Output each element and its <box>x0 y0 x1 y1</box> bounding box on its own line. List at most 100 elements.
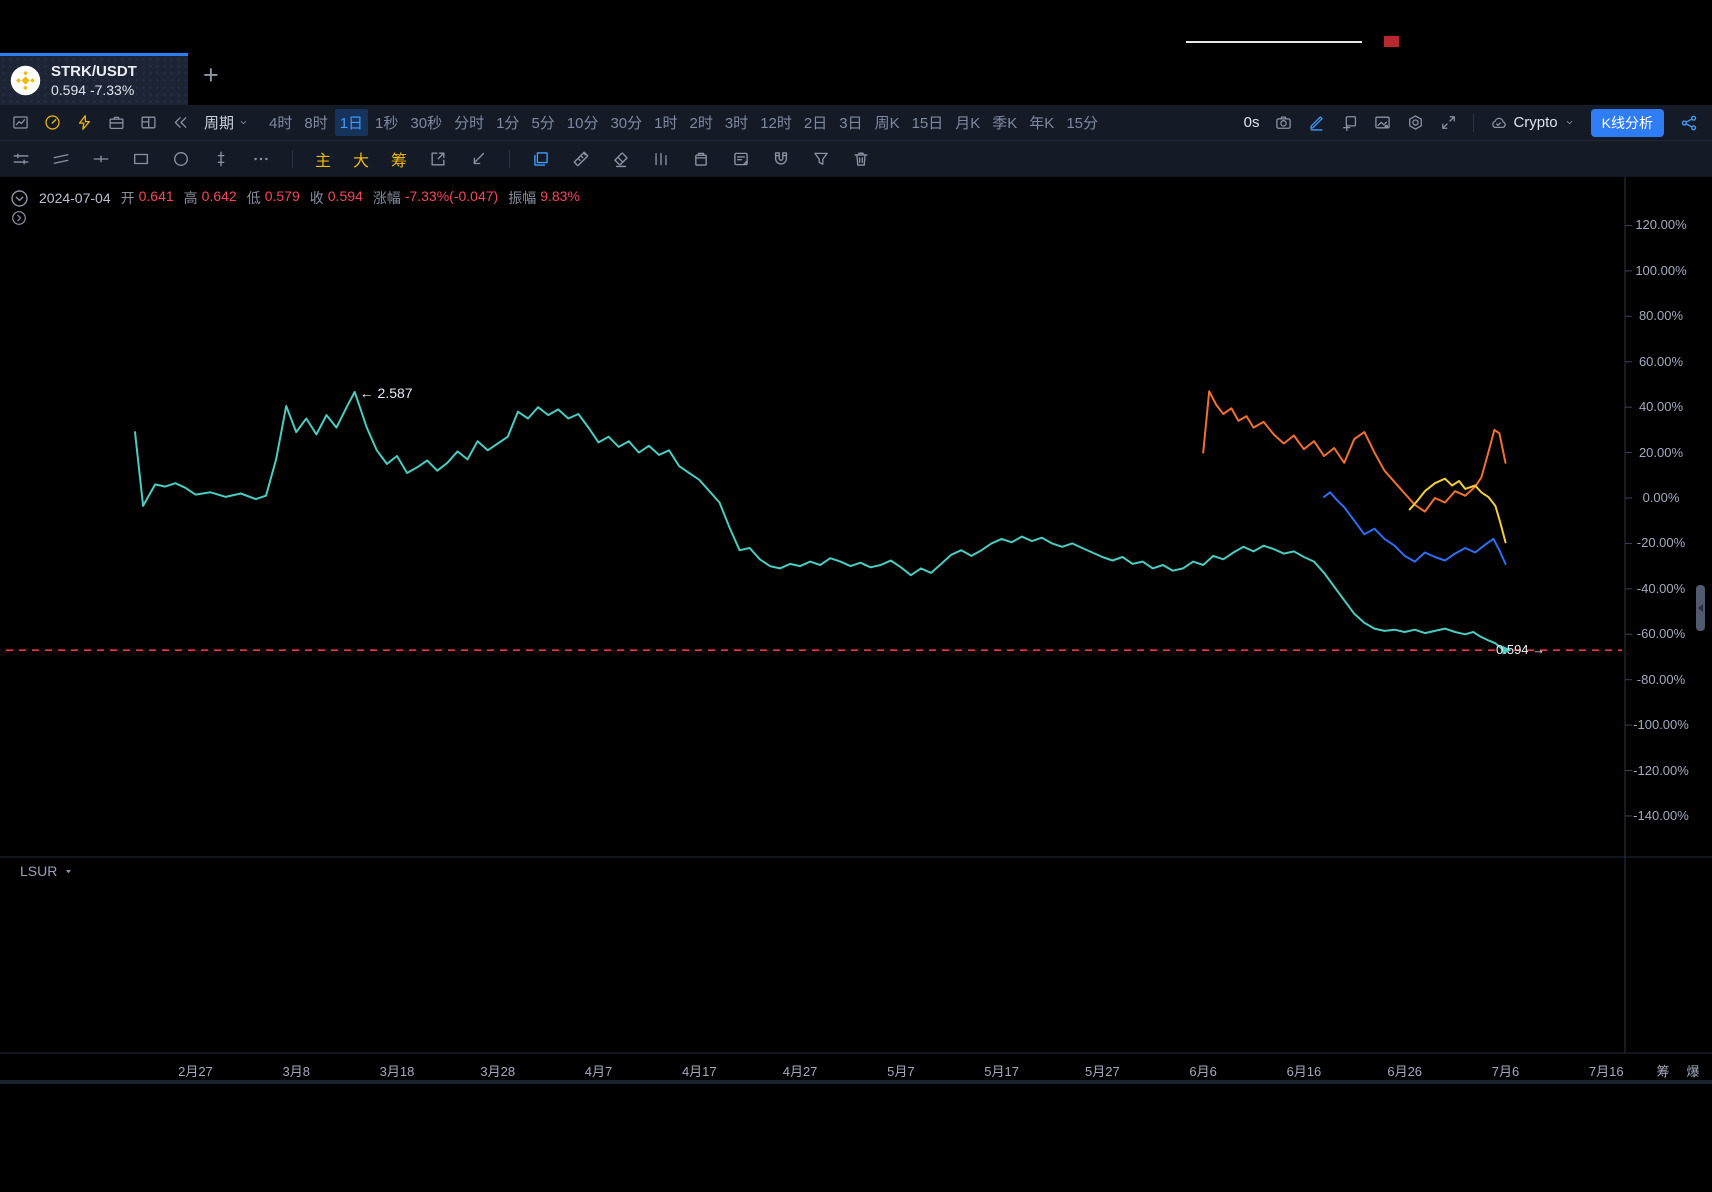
main-indicator-label[interactable]: 主 <box>315 147 331 171</box>
timeframe-button[interactable]: 10分 <box>562 109 604 136</box>
burst-corner-button[interactable]: 爆 <box>1686 1061 1699 1080</box>
order-box-icon[interactable] <box>692 150 710 168</box>
multi-line-tool-icon[interactable] <box>12 150 30 168</box>
series-main-line <box>135 392 1504 650</box>
filter-icon[interactable] <box>812 150 830 168</box>
timeframe-button[interactable]: 周K <box>870 109 905 136</box>
chip-corner-button[interactable]: 筹 <box>1656 1061 1669 1080</box>
top-artifact-line <box>1186 41 1362 43</box>
x-axis-label: 4月27 <box>783 1061 818 1080</box>
timeframe-button[interactable]: 8时 <box>299 109 332 136</box>
cloud-check-icon <box>1490 114 1507 131</box>
symbol-tab[interactable]: STRK/USDT 0.594 -7.33% <box>0 53 188 105</box>
timeframe-button[interactable]: 1秒 <box>370 109 403 136</box>
drawing-toolbar: 主大筹 <box>0 141 1712 177</box>
trading-app-screen: STRK/USDT 0.594 -7.33% + 周期 4时8时1日1秒30秒分… <box>0 0 1712 1192</box>
timeframe-button[interactable]: 12时 <box>755 109 797 136</box>
timeframe-button[interactable]: 年K <box>1024 109 1059 136</box>
cloud-sync-dropdown[interactable]: Crypto <box>1490 114 1574 131</box>
ohlc-open: 开0.641 <box>121 188 174 208</box>
rectangle-tool-icon[interactable] <box>132 150 150 168</box>
timeframe-button[interactable]: 1时 <box>649 109 682 136</box>
toolbar-right: 0s Crypto K线分析 <box>1244 109 1712 137</box>
timeframe-button[interactable]: 15分 <box>1061 109 1103 136</box>
x-axis-label: 2月27 <box>178 1061 213 1080</box>
period-dropdown[interactable]: 周期 <box>204 112 249 133</box>
volume-profile-icon[interactable] <box>652 150 670 168</box>
y-axis-label: -40.00% <box>1628 581 1694 596</box>
x-axis-label: 4月7 <box>585 1061 612 1080</box>
gauge-icon[interactable] <box>44 114 61 131</box>
timeframe-list: 4时8时1日1秒30秒分时1分5分10分30分1时2时3时12时2日3日周K15… <box>263 109 1104 136</box>
expand-indicator-button[interactable] <box>11 210 27 226</box>
tab-price-label: 0.594 -7.33% <box>51 82 137 98</box>
briefcase-icon[interactable] <box>108 114 125 131</box>
ellipse-tool-icon[interactable] <box>172 150 190 168</box>
timeframe-button[interactable]: 30秒 <box>405 109 447 136</box>
ohlc-change: 涨幅-7.33%(-0.047) <box>373 188 498 208</box>
y-axis-label: -80.00% <box>1628 672 1694 687</box>
collapse-ohlc-button[interactable] <box>10 189 29 208</box>
timeframe-button[interactable]: 30分 <box>605 109 647 136</box>
x-axis-label: 4月17 <box>682 1061 717 1080</box>
rewind-icon[interactable] <box>172 114 189 131</box>
x-axis-label: 5月7 <box>887 1061 914 1080</box>
timeframe-button[interactable]: 4时 <box>264 109 297 136</box>
y-axis-label: -60.00% <box>1628 626 1694 641</box>
kline-analysis-button[interactable]: K线分析 <box>1591 109 1664 137</box>
more-tools-icon[interactable] <box>252 150 270 168</box>
layout-icon[interactable] <box>140 114 157 131</box>
timeframe-button[interactable]: 1日 <box>335 109 368 136</box>
toolbar-divider <box>292 150 293 168</box>
settings-gear-icon[interactable] <box>1407 114 1424 131</box>
eraser-icon[interactable] <box>612 150 630 168</box>
timeframe-button[interactable]: 3时 <box>720 109 753 136</box>
timeframe-button[interactable]: 5分 <box>526 109 559 136</box>
timeframe-button[interactable]: 3日 <box>834 109 867 136</box>
draw-pencil-icon[interactable] <box>1308 114 1325 131</box>
horizontal-line-tool-icon[interactable] <box>92 150 110 168</box>
screenshot-camera-icon[interactable] <box>1275 114 1292 131</box>
note-edit-icon[interactable] <box>732 150 750 168</box>
vertical-line-tool-icon[interactable] <box>212 150 230 168</box>
delete-drawings-icon[interactable] <box>852 150 870 168</box>
x-axis-label: 6月26 <box>1387 1061 1422 1080</box>
y-axis-label: 60.00% <box>1628 354 1694 369</box>
indicator-name-label: LSUR <box>20 863 57 879</box>
x-axis-label: 7月6 <box>1492 1061 1519 1080</box>
chip-indicator-label[interactable]: 筹 <box>391 147 407 171</box>
toolbar-divider <box>509 150 510 168</box>
indicator-selector[interactable]: LSUR <box>20 863 74 879</box>
magnet-icon[interactable] <box>772 150 790 168</box>
y-axis-label: 80.00% <box>1628 308 1694 323</box>
new-tab-button[interactable]: + <box>203 60 219 91</box>
parallel-channel-icon[interactable] <box>52 150 70 168</box>
chart-preview-icon[interactable] <box>12 114 29 131</box>
edit-drawing-icon[interactable] <box>429 150 447 168</box>
chart-area[interactable]: 2024-07-04 开0.641 高0.642 低0.579 收0.594 涨… <box>0 177 1712 1084</box>
timeframe-button[interactable]: 2时 <box>685 109 718 136</box>
fullscreen-icon[interactable] <box>1440 114 1457 131</box>
timeframe-button[interactable]: 1分 <box>491 109 524 136</box>
timeframe-button[interactable]: 15日 <box>907 109 949 136</box>
toolbar-right-icons <box>1275 114 1457 131</box>
trend-arrow-icon[interactable] <box>469 150 487 168</box>
share-icon[interactable] <box>1680 114 1698 132</box>
y-axis-label: 40.00% <box>1628 399 1694 414</box>
timeframe-button[interactable]: 季K <box>987 109 1022 136</box>
timeframe-button[interactable]: 2日 <box>799 109 832 136</box>
image-mode-icon[interactable] <box>1374 114 1391 131</box>
ohlc-high: 高0.642 <box>184 188 237 208</box>
flash-icon[interactable] <box>76 114 93 131</box>
timeframe-button[interactable]: 分时 <box>449 109 489 136</box>
ruler-icon[interactable] <box>572 150 590 168</box>
y-axis-label: 120.00% <box>1628 217 1694 232</box>
x-axis-label: 3月8 <box>282 1061 309 1080</box>
y-axis-label: -120.00% <box>1628 763 1694 778</box>
y-axis-label: -20.00% <box>1628 535 1694 550</box>
axis-scrollbar-thumb[interactable] <box>1696 585 1705 631</box>
compare-overlay-icon[interactable] <box>532 150 550 168</box>
large-view-label[interactable]: 大 <box>353 147 369 171</box>
add-pane-icon[interactable] <box>1341 114 1358 131</box>
timeframe-button[interactable]: 月K <box>950 109 985 136</box>
